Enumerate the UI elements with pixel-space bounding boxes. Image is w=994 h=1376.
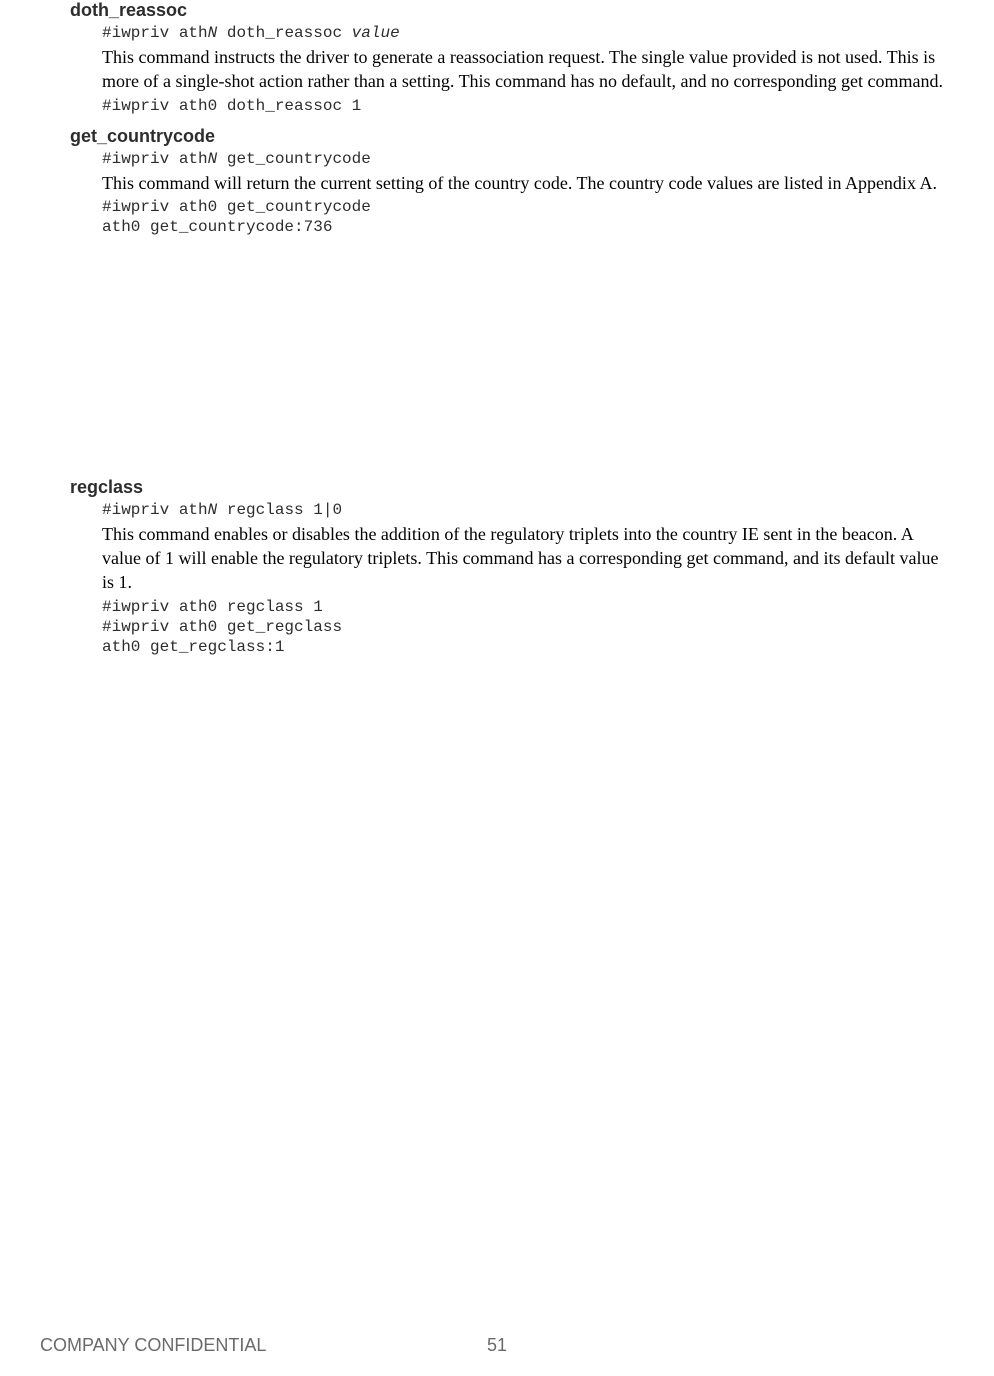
section-body: #iwpriv athN get_countrycode This comman…: [102, 149, 954, 237]
description-text: This command enables or disables the add…: [102, 522, 954, 595]
section-get-countrycode: get_countrycode #iwpriv athN get_country…: [70, 126, 954, 237]
section-body: #iwpriv athN regclass 1|0 This command e…: [102, 500, 954, 657]
syntax-var: N: [208, 150, 218, 168]
example-code: #iwpriv ath0 regclass 1 #iwpriv ath0 get…: [102, 597, 954, 657]
syntax-prefix: #iwpriv ath: [102, 501, 208, 519]
syntax-prefix: #iwpriv ath: [102, 150, 208, 168]
example-code: #iwpriv ath0 get_countrycode ath0 get_co…: [102, 197, 954, 237]
section-regclass: regclass #iwpriv athN regclass 1|0 This …: [70, 477, 954, 657]
section-body: #iwpriv athN doth_reassoc value This com…: [102, 23, 954, 116]
footer-page-number: 51: [0, 1335, 994, 1356]
description-text: This command instructs the driver to gen…: [102, 45, 954, 94]
description-text: This command will return the current set…: [102, 171, 954, 195]
spacer: [70, 247, 954, 477]
syntax-line: #iwpriv athN regclass 1|0: [102, 500, 954, 520]
syntax-var: N: [208, 501, 218, 519]
syntax-line: #iwpriv athN get_countrycode: [102, 149, 954, 169]
section-doth-reassoc: doth_reassoc #iwpriv athN doth_reassoc v…: [70, 0, 954, 116]
syntax-prefix: #iwpriv ath: [102, 24, 208, 42]
syntax-var: N: [208, 24, 218, 42]
heading-get-countrycode: get_countrycode: [70, 126, 954, 147]
page-content: doth_reassoc #iwpriv athN doth_reassoc v…: [0, 0, 994, 657]
syntax-mid: regclass 1|0: [217, 501, 342, 519]
syntax-line: #iwpriv athN doth_reassoc value: [102, 23, 954, 43]
syntax-mid: doth_reassoc: [217, 24, 351, 42]
syntax-var2: value: [352, 24, 400, 42]
heading-doth-reassoc: doth_reassoc: [70, 0, 954, 21]
example-code: #iwpriv ath0 doth_reassoc 1: [102, 96, 954, 116]
page-footer: COMPANY CONFIDENTIAL 51: [0, 1335, 994, 1356]
syntax-mid: get_countrycode: [217, 150, 371, 168]
heading-regclass: regclass: [70, 477, 954, 498]
